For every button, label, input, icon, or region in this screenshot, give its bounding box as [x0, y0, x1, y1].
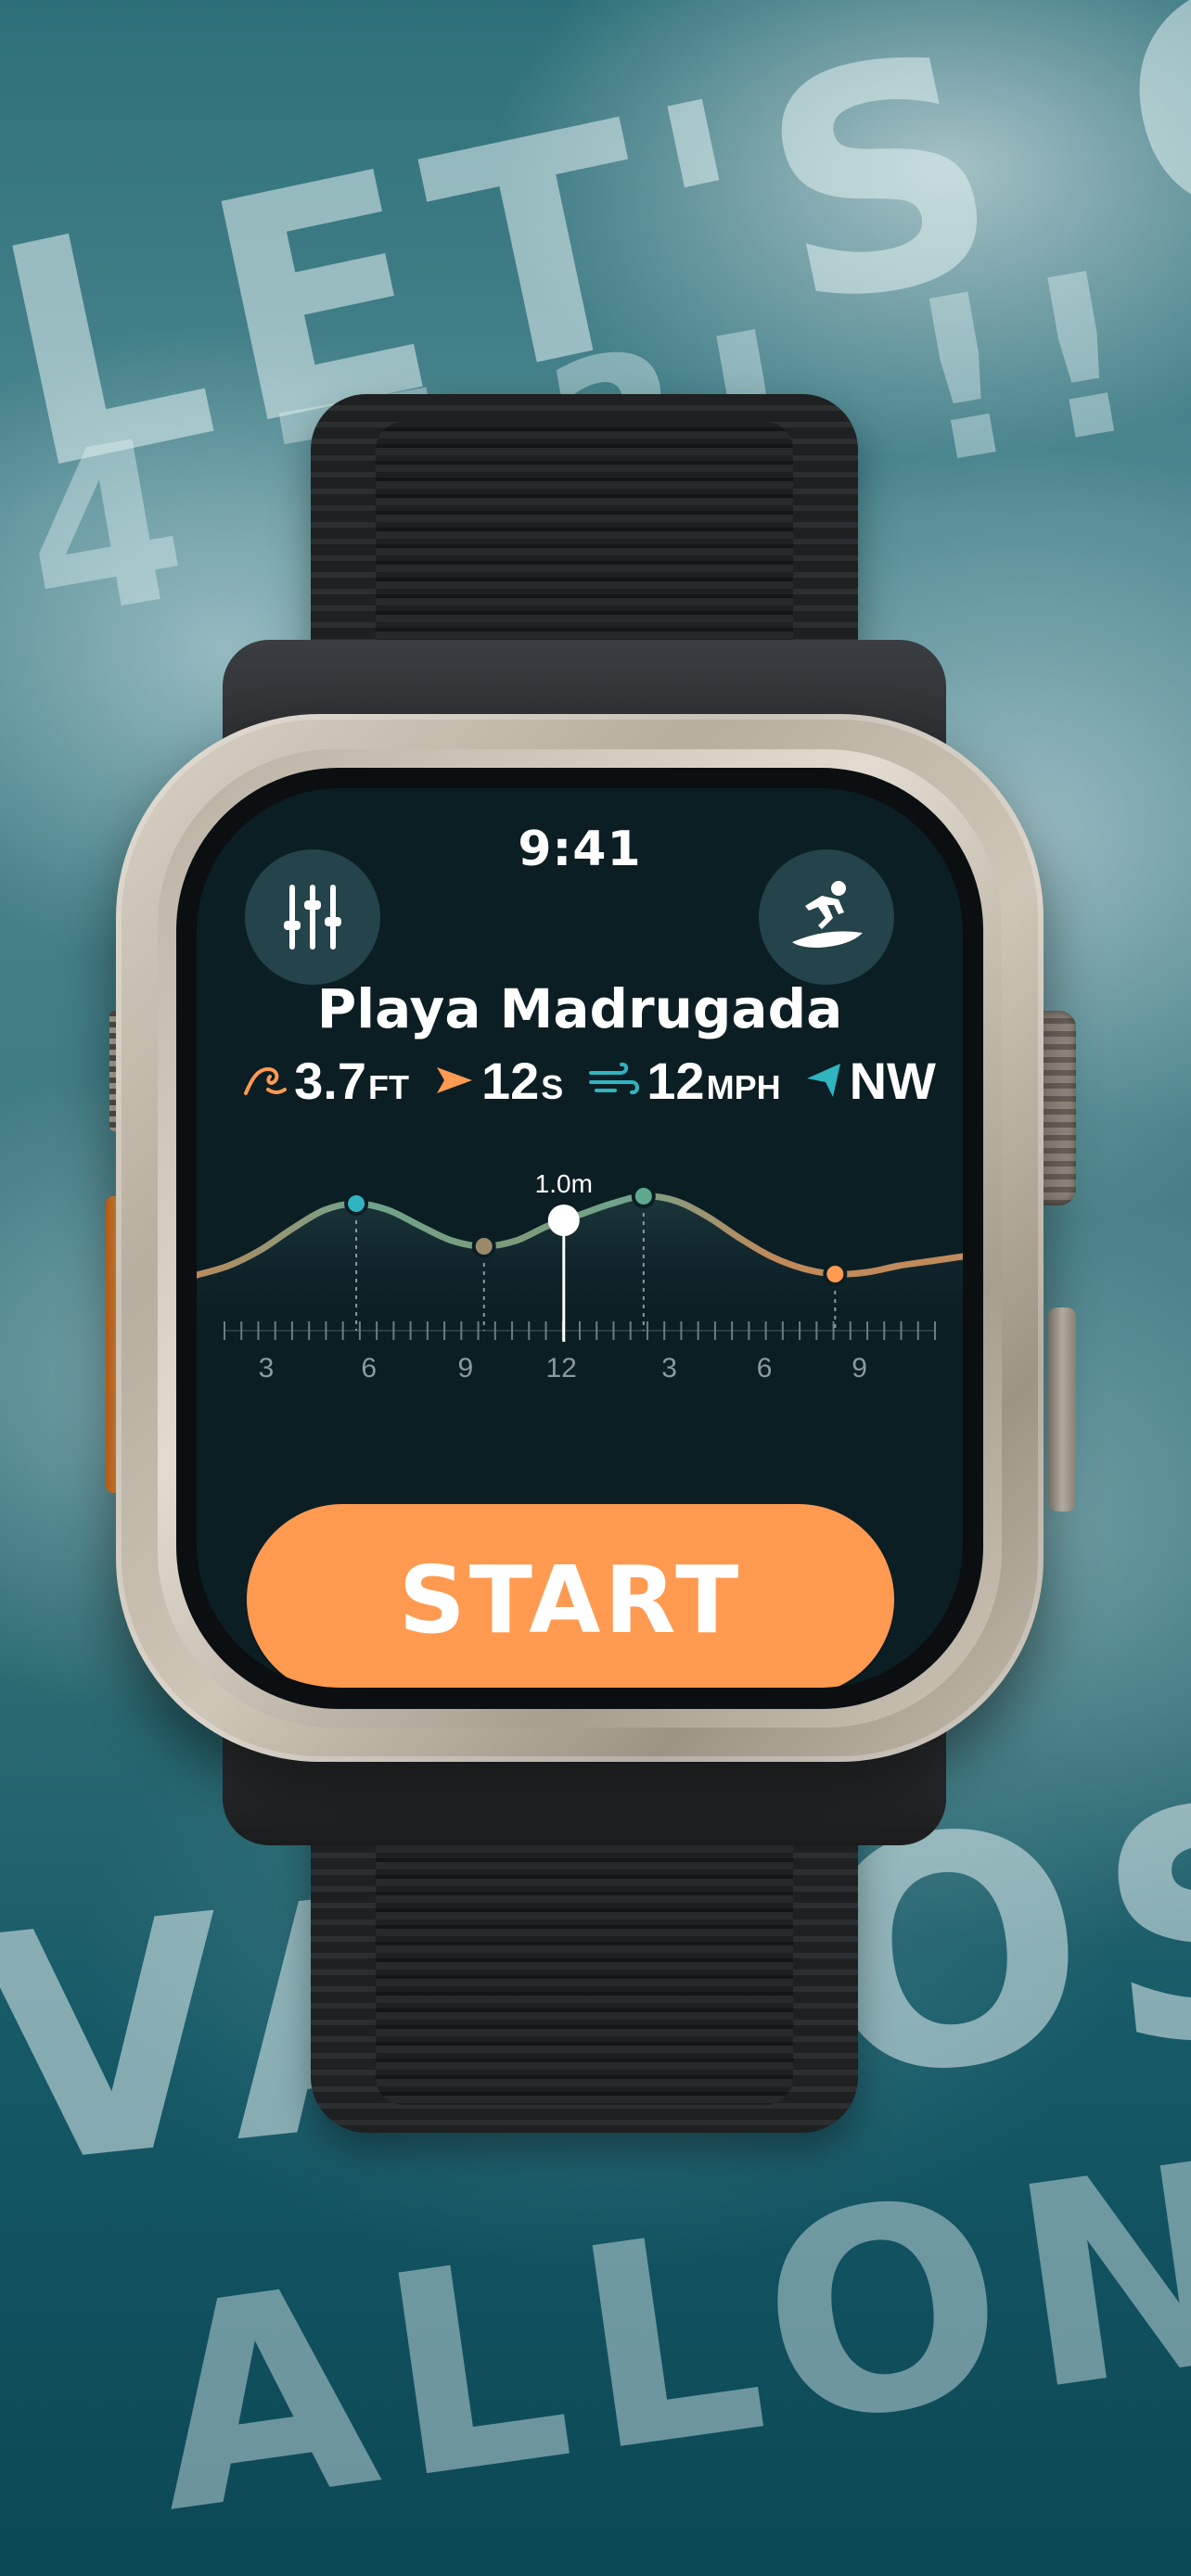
current-time-handle[interactable] — [547, 1205, 580, 1236]
activity-button[interactable] — [759, 849, 894, 985]
chart-tick-label: 6 — [757, 1353, 773, 1384]
chart-tick-label: 9 — [457, 1353, 473, 1384]
wind-speed-stat: 12 MPH — [587, 1051, 781, 1111]
surfer-icon — [792, 881, 863, 948]
chart-point[interactable] — [471, 1234, 496, 1258]
chart-point[interactable] — [823, 1262, 848, 1286]
period-stat: 12 S — [433, 1051, 563, 1111]
swell-direction-arrow-icon — [436, 1067, 472, 1093]
chart-point[interactable] — [631, 1184, 656, 1208]
chart-point[interactable] — [344, 1192, 369, 1216]
period-value: 12 — [480, 1051, 540, 1110]
wave-forecast-chart[interactable]: 3 6 9 12 3 6 9 1.0m — [197, 1131, 963, 1409]
wind-speed-value: 12 — [647, 1051, 705, 1110]
sliders-icon — [284, 885, 341, 950]
chart-tick-label: 9 — [852, 1353, 867, 1384]
wind-icon — [589, 1062, 640, 1094]
wave-icon — [244, 1066, 288, 1095]
chart-tick-label: 12 — [545, 1353, 576, 1384]
wave-height-unit: FT — [367, 1067, 409, 1106]
wind-direction-value: NW — [849, 1051, 936, 1110]
chart-tick-label: 6 — [361, 1353, 377, 1384]
wind-speed-unit: MPH — [706, 1067, 781, 1106]
settings-button[interactable] — [245, 849, 380, 985]
wave-height-stat: 3.7 FT — [242, 1051, 409, 1111]
wind-direction-arrow-icon — [806, 1064, 840, 1097]
wave-height-value: 3.7 — [294, 1051, 366, 1110]
conditions-row: 3.7 FT 12 S 12 MPH NW — [244, 1048, 936, 1113]
period-unit: S — [541, 1067, 564, 1106]
start-button[interactable]: START — [247, 1504, 894, 1688]
chart-tick-label: 3 — [661, 1353, 677, 1384]
side-button[interactable] — [1048, 1307, 1076, 1511]
current-height-label: 1.0m — [535, 1169, 593, 1198]
wind-direction-stat: NW — [805, 1051, 936, 1111]
watch-screen: 9:41 Playa Madrugada 3.7 FT 12 S 12 MPH … — [197, 788, 963, 1688]
spot-name: Playa Madrugada — [316, 977, 843, 1040]
chart-tick-label: 3 — [259, 1353, 275, 1384]
